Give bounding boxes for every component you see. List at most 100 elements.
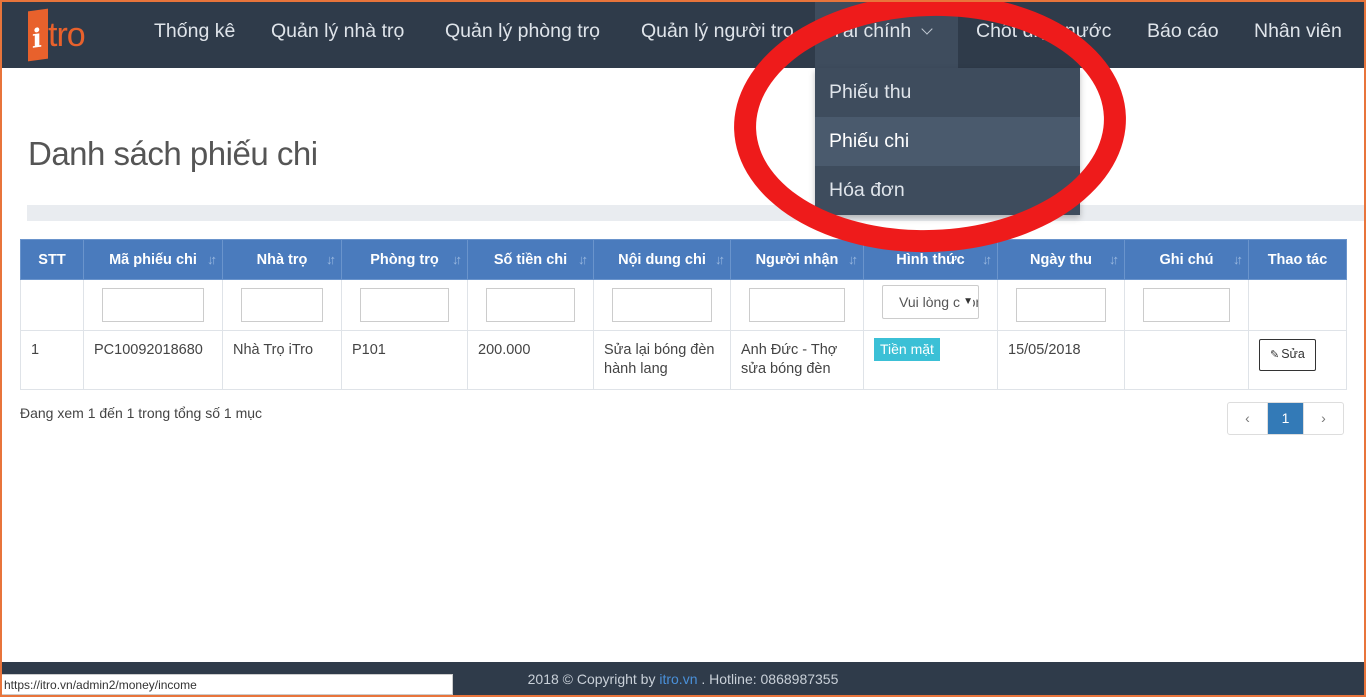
filter-ghi-chu-input[interactable] <box>1143 288 1230 322</box>
filter-phong-tro-input[interactable] <box>360 288 449 322</box>
expense-table: STT Mã phiếu chi ↓↑ Nhà trọ ↓↑ Phòng trọ ↓↑… <box>20 239 1347 390</box>
col-thao-tac: Thao tác <box>1248 239 1347 280</box>
pagination-next-button[interactable]: › <box>1303 403 1343 434</box>
sort-icon: ↓↑ <box>452 252 462 267</box>
filter-row: Vui lòng chọn ▼ <box>20 279 1347 331</box>
col-ghi-chu-label: Ghi chú <box>1159 251 1214 268</box>
filter-ma-phieu-chi-input[interactable] <box>102 288 204 322</box>
col-noi-dung-chi[interactable]: Nội dung chi ↓↑ <box>593 239 731 280</box>
filter-nha-tro-input[interactable] <box>241 288 323 322</box>
logo-mark: i <box>28 8 48 62</box>
table-row: 1 PC10092018680 Nhà Trọ iTro P101 200.00… <box>20 330 1347 390</box>
dropdown-item-hoa-don[interactable]: Hóa đơn <box>815 166 1080 215</box>
col-nguoi-nhan-label: Người nhận <box>755 251 839 268</box>
filter-cell-empty <box>1248 279 1347 331</box>
sort-icon: ↓↑ <box>207 252 217 267</box>
filter-so-tien-input[interactable] <box>486 288 575 322</box>
col-nha-tro[interactable]: Nhà trọ ↓↑ <box>222 239 342 280</box>
filter-cell <box>83 279 223 331</box>
col-nha-tro-label: Nhà trọ <box>256 251 308 268</box>
logo-letter: i <box>32 23 42 55</box>
col-noi-dung-label: Nội dung chi <box>618 251 706 268</box>
col-hinh-thuc[interactable]: Hình thức ↓↑ <box>863 239 998 280</box>
cell-phong-tro: P101 <box>341 330 468 390</box>
col-thao-tac-label: Thao tác <box>1267 251 1328 268</box>
pagination: ‹ 1 › <box>1227 402 1344 435</box>
filter-ngay-thu-input[interactable] <box>1016 288 1106 322</box>
sort-icon: ↓↑ <box>326 252 336 267</box>
cell-nguoi-nhan: Anh Đức - Thợ sửa bóng đèn <box>730 330 864 390</box>
nav-thong-ke[interactable]: Thống kê <box>154 0 235 68</box>
sort-icon: ↓↑ <box>578 252 588 267</box>
status-bar-url: https://itro.vn/admin2/money/income <box>0 674 453 695</box>
sort-icon: ↓↑ <box>1109 252 1119 267</box>
title-divider <box>27 205 1366 221</box>
edit-button-label: Sửa <box>1281 347 1305 361</box>
nav-quan-ly-nguoi-tro[interactable]: Quản lý người trọ <box>641 0 794 68</box>
edit-button[interactable]: ✎ Sửa <box>1259 339 1316 371</box>
filter-cell-empty <box>20 279 84 331</box>
filter-cell <box>593 279 731 331</box>
filter-cell <box>997 279 1125 331</box>
nav-tai-chinh[interactable]: Tài chính <box>815 0 958 68</box>
footer-hotline: . Hotline: 0868987355 <box>697 671 839 687</box>
filter-cell <box>467 279 594 331</box>
col-ma-label: Mã phiếu chi <box>109 251 197 268</box>
col-nguoi-nhan[interactable]: Người nhận ↓↑ <box>730 239 864 280</box>
page-title: Danh sách phiếu chi <box>28 135 318 172</box>
cell-hinh-thuc: Tiền mặt <box>863 330 998 390</box>
col-phong-tro-label: Phòng trọ <box>370 251 439 268</box>
sort-icon: ↓↑ <box>848 252 858 267</box>
col-stt-label: STT <box>38 251 66 268</box>
payment-method-badge: Tiền mặt <box>874 338 940 361</box>
table-info-text: Đang xem 1 đến 1 trong tổng số 1 mục <box>20 405 263 421</box>
pagination-page-1[interactable]: 1 <box>1268 403 1303 434</box>
filter-nguoi-nhan-input[interactable] <box>749 288 845 322</box>
col-ngay-thu[interactable]: Ngày thu ↓↑ <box>997 239 1125 280</box>
nav-tai-chinh-label: Tài chính <box>831 20 912 42</box>
cell-stt: 1 <box>20 330 84 390</box>
filter-cell <box>222 279 342 331</box>
dropdown-arrow-icon: ▼ <box>960 286 973 318</box>
filter-noi-dung-input[interactable] <box>612 288 712 322</box>
dropdown-item-phieu-thu[interactable]: Phiếu thu <box>815 68 1080 117</box>
col-so-tien-label: Số tiền chi <box>493 251 568 268</box>
col-ghi-chu[interactable]: Ghi chú ↓↑ <box>1124 239 1249 280</box>
filter-hinh-thuc-select[interactable]: Vui lòng chọn ▼ <box>882 285 979 319</box>
sort-icon: ↓↑ <box>715 252 725 267</box>
nav-bao-cao[interactable]: Báo cáo <box>1147 0 1219 68</box>
dropdown-item-phieu-chi[interactable]: Phiếu chi <box>815 117 1080 166</box>
cell-ma-phieu-chi: PC10092018680 <box>83 330 223 390</box>
cell-ghi-chu <box>1124 330 1249 390</box>
nav-quan-ly-phong-tro[interactable]: Quản lý phòng trọ <box>445 0 600 68</box>
nav-nhan-vien[interactable]: Nhân viên <box>1254 0 1342 68</box>
filter-cell <box>1124 279 1249 331</box>
filter-cell <box>730 279 864 331</box>
col-ngay-thu-label: Ngày thu <box>1029 251 1093 268</box>
cell-noi-dung-chi: Sửa lại bóng đèn hành lang <box>593 330 731 390</box>
cell-thao-tac: ✎ Sửa <box>1248 330 1347 390</box>
col-hinh-thuc-label: Hình thức <box>896 251 965 268</box>
pagination-prev-button[interactable]: ‹ <box>1228 403 1268 434</box>
tai-chinh-dropdown: Phiếu thu Phiếu chi Hóa đơn <box>815 68 1080 215</box>
cell-nha-tro: Nhà Trọ iTro <box>222 330 342 390</box>
logo-text: tro <box>48 16 86 54</box>
chevron-down-icon <box>921 23 933 35</box>
sort-icon: ↓↑ <box>982 252 992 267</box>
col-phong-tro[interactable]: Phòng trọ ↓↑ <box>341 239 468 280</box>
col-so-tien-chi[interactable]: Số tiền chi ↓↑ <box>467 239 594 280</box>
top-navbar: i tro Thống kê Quản lý nhà trọ Quản lý p… <box>0 0 1366 68</box>
edit-icon: ✎ <box>1270 349 1280 361</box>
cell-ngay-thu: 15/05/2018 <box>997 330 1125 390</box>
filter-cell: Vui lòng chọn ▼ <box>863 279 998 331</box>
nav-quan-ly-nha-tro[interactable]: Quản lý nhà trọ <box>271 0 404 68</box>
footer-site-link[interactable]: itro.vn <box>659 671 697 687</box>
itro-logo[interactable]: i tro <box>26 8 98 62</box>
cell-so-tien-chi: 200.000 <box>467 330 594 390</box>
nav-chot-dien-nuoc[interactable]: Chốt điện nước <box>976 0 1111 68</box>
col-ma-phieu-chi[interactable]: Mã phiếu chi ↓↑ <box>83 239 223 280</box>
sort-icon: ↓↑ <box>1233 252 1243 267</box>
footer-copyright: 2018 © Copyright by <box>527 671 660 687</box>
col-stt: STT <box>20 239 84 280</box>
filter-cell <box>341 279 468 331</box>
